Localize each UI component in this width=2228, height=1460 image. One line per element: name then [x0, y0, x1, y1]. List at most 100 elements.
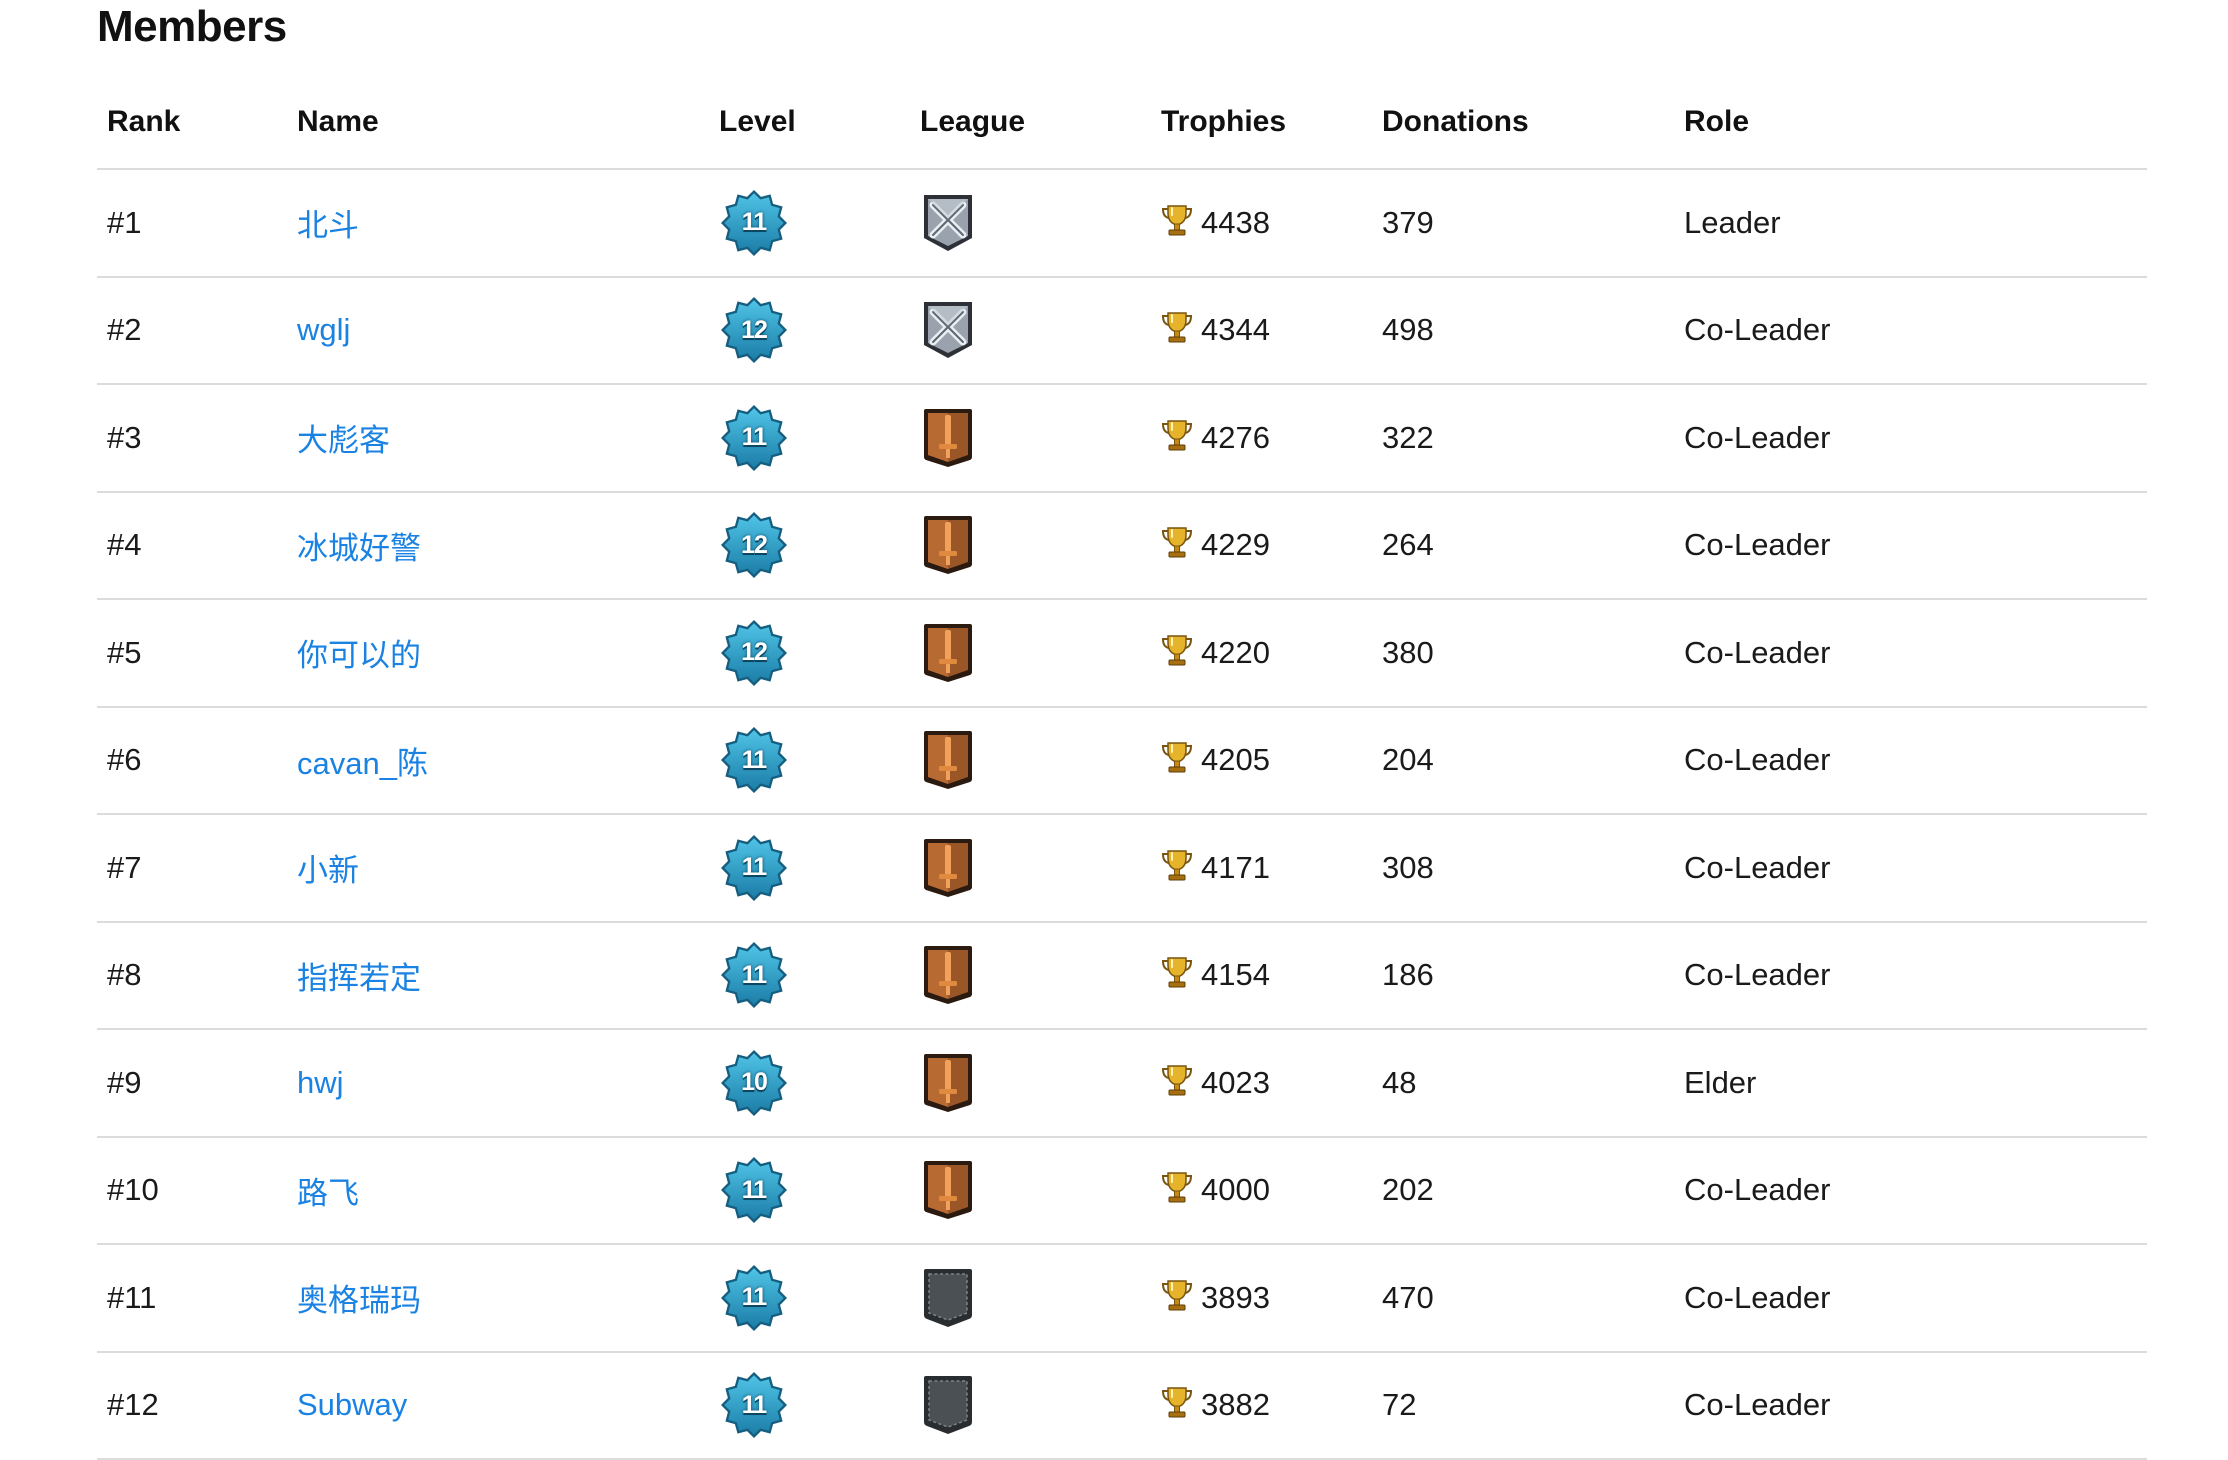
- member-donations: 470: [1382, 1245, 1434, 1351]
- member-name-link[interactable]: 指挥若定: [297, 953, 421, 998]
- header-trophies[interactable]: Trophies: [1161, 82, 1286, 168]
- trophy-value: 4276: [1201, 420, 1270, 456]
- level-badge-icon: 11: [719, 835, 789, 901]
- level-value: 11: [742, 1176, 766, 1205]
- table-row[interactable]: #2wglj124344498Co-Leader: [97, 278, 2147, 386]
- bronze-league-icon: [920, 729, 976, 791]
- table-row[interactable]: #10路飞114000202Co-Leader: [97, 1138, 2147, 1246]
- trophy-value: 4438: [1201, 205, 1270, 241]
- member-donations: 202: [1382, 1138, 1434, 1244]
- trophy-count: 4438: [1161, 205, 1270, 241]
- table-row[interactable]: #12Subway11388272Co-Leader: [97, 1353, 2147, 1460]
- level-badge-icon: 11: [719, 942, 789, 1008]
- trophy-count: 4154: [1161, 957, 1270, 993]
- member-role: Elder: [1684, 1030, 1756, 1136]
- table-header: Rank Name Level League Trophies Donation…: [97, 82, 2147, 170]
- trophy-icon: [1161, 203, 1193, 237]
- member-name-link[interactable]: 奥格瑞玛: [297, 1275, 421, 1320]
- member-name-link[interactable]: wglj: [297, 312, 350, 348]
- crystal-league-icon: [920, 192, 976, 254]
- member-name-link[interactable]: 小新: [297, 845, 359, 890]
- header-league[interactable]: League: [920, 82, 1025, 168]
- trophy-icon: [1161, 310, 1193, 344]
- level-badge-icon: 11: [719, 1372, 789, 1438]
- table-row[interactable]: #5你可以的124220380Co-Leader: [97, 600, 2147, 708]
- member-name-link[interactable]: 大彪客: [297, 415, 390, 460]
- member-role: Co-Leader: [1684, 815, 1830, 921]
- member-rank: #4: [107, 493, 141, 599]
- level-value: 11: [742, 853, 766, 882]
- table-row[interactable]: #9hwj10402348Elder: [97, 1030, 2147, 1138]
- trophy-value: 4171: [1201, 850, 1270, 886]
- member-name-link[interactable]: Subway: [297, 1387, 407, 1423]
- table-row[interactable]: #11奥格瑞玛113893470Co-Leader: [97, 1245, 2147, 1353]
- table-row[interactable]: #1北斗114438379Leader: [97, 170, 2147, 278]
- bronze-league-icon: [920, 1159, 976, 1221]
- member-donations: 308: [1382, 815, 1434, 921]
- trophy-value: 4205: [1201, 742, 1270, 778]
- member-rank: #5: [107, 600, 141, 706]
- member-donations: 204: [1382, 708, 1434, 814]
- member-name-link[interactable]: 冰城好警: [297, 523, 421, 568]
- level-badge-icon: 11: [719, 1265, 789, 1331]
- member-role: Co-Leader: [1684, 493, 1830, 599]
- table-row[interactable]: #3大彪客114276322Co-Leader: [97, 385, 2147, 493]
- trophy-icon: [1161, 1385, 1193, 1419]
- unranked-league-icon: [920, 1267, 976, 1329]
- member-role: Co-Leader: [1684, 708, 1830, 814]
- member-rank: #6: [107, 708, 141, 814]
- member-rank: #11: [107, 1245, 156, 1351]
- member-role: Co-Leader: [1684, 1353, 1830, 1459]
- table-body: #1北斗114438379Leader#2wglj124344498Co-Lea…: [97, 170, 2147, 1460]
- member-role: Leader: [1684, 170, 1781, 276]
- level-badge-icon: 11: [719, 727, 789, 793]
- member-name-link[interactable]: hwj: [297, 1065, 344, 1101]
- trophy-icon: [1161, 418, 1193, 452]
- header-role[interactable]: Role: [1684, 82, 1749, 168]
- level-value: 11: [742, 1283, 766, 1312]
- header-name[interactable]: Name: [297, 82, 379, 168]
- member-role: Co-Leader: [1684, 385, 1830, 491]
- trophy-value: 4000: [1201, 1172, 1270, 1208]
- table-row[interactable]: #4冰城好警124229264Co-Leader: [97, 493, 2147, 601]
- level-value: 11: [742, 746, 766, 775]
- table-row[interactable]: #8指挥若定114154186Co-Leader: [97, 923, 2147, 1031]
- member-donations: 380: [1382, 600, 1434, 706]
- member-rank: #8: [107, 923, 141, 1029]
- bronze-league-icon: [920, 622, 976, 684]
- trophy-icon: [1161, 1170, 1193, 1204]
- trophy-value: 3893: [1201, 1280, 1270, 1316]
- member-name-link[interactable]: 路飞: [297, 1168, 359, 1213]
- trophy-value: 4344: [1201, 312, 1270, 348]
- trophy-icon: [1161, 740, 1193, 774]
- header-donations[interactable]: Donations: [1382, 82, 1529, 168]
- member-donations: 186: [1382, 923, 1434, 1029]
- member-rank: #2: [107, 278, 141, 384]
- level-value: 12: [741, 638, 767, 667]
- level-value: 12: [741, 531, 767, 560]
- table-row[interactable]: #7 小新 11 4171 308 Co-Leader: [97, 815, 2147, 923]
- trophy-count: 3882: [1161, 1387, 1270, 1423]
- trophy-count: 4344: [1161, 312, 1270, 348]
- member-name-link[interactable]: 你可以的: [297, 630, 421, 675]
- table-row[interactable]: #6 cavan_陈 11 4205 204 Co-Leader: [97, 708, 2147, 816]
- level-value: 12: [741, 316, 767, 345]
- trophy-value: 3882: [1201, 1387, 1270, 1423]
- member-name-link[interactable]: cavan_陈: [297, 738, 428, 783]
- member-donations: 48: [1382, 1030, 1416, 1136]
- header-level[interactable]: Level: [719, 82, 796, 168]
- level-value: 10: [741, 1068, 767, 1097]
- member-rank: #7: [107, 815, 141, 921]
- member-role: Co-Leader: [1684, 1138, 1830, 1244]
- level-value: 11: [742, 423, 766, 452]
- header-rank[interactable]: Rank: [107, 82, 180, 168]
- trophy-icon: [1161, 955, 1193, 989]
- member-name-link[interactable]: 北斗: [297, 200, 359, 245]
- bronze-league-icon: [920, 514, 976, 576]
- level-badge-icon: 10: [719, 1050, 789, 1116]
- trophy-icon: [1161, 1278, 1193, 1312]
- level-badge-icon: 11: [719, 405, 789, 471]
- member-rank: #1: [107, 170, 141, 276]
- trophy-count: 4220: [1161, 635, 1270, 671]
- bronze-league-icon: [920, 407, 976, 469]
